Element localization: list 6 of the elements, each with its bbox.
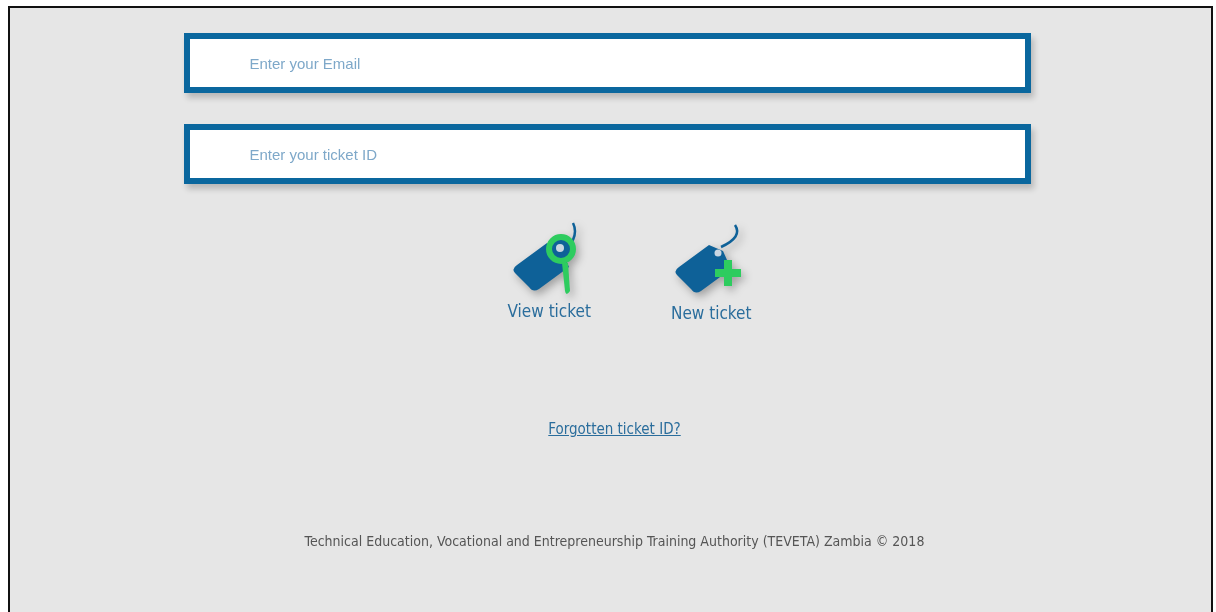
forgotten-ticket-link[interactable]: Forgotten ticket ID? (548, 420, 681, 438)
input-field[interactable]: Enter your ticket ID (183, 124, 1031, 184)
input-field[interactable]: Enter your Email (183, 33, 1031, 93)
new-ticket-button[interactable]: New ticket (670, 223, 752, 323)
footer-text: Technical Education, Vocational and Entrepreneurship Training Authority (TEVETA) Zambia © 2018 (304, 533, 925, 549)
view-ticket-button[interactable]: View ticket (507, 221, 591, 323)
